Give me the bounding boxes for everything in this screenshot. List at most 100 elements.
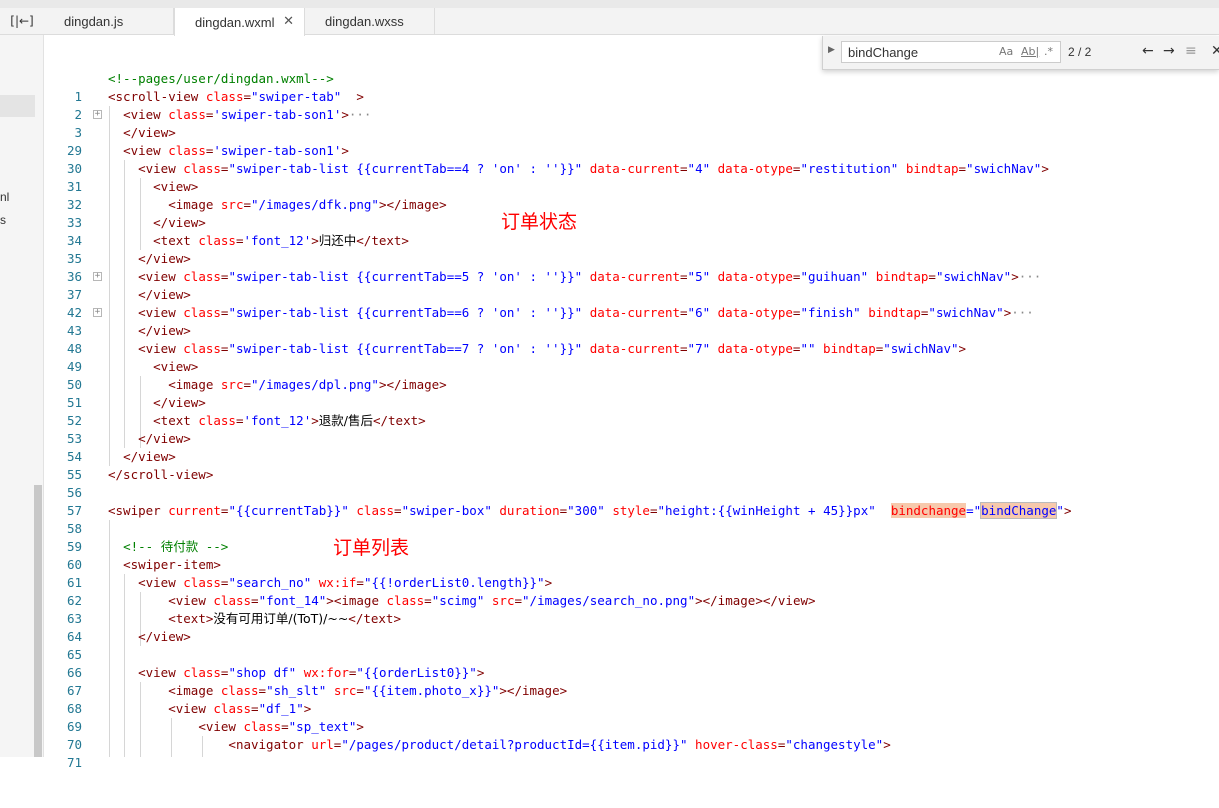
code-attr: class (213, 593, 252, 608)
code-line[interactable]: 31 <view class="swiper-tab-list {{curren… (44, 160, 1219, 194)
tab-dingdan-js[interactable]: dingdan.js (44, 8, 174, 35)
expand-fold-icon[interactable]: + (93, 308, 102, 317)
code-tag: <swiper-item> (123, 557, 221, 572)
code-text: 归还中 (318, 233, 357, 248)
folded-ellipsis[interactable]: ··· (1011, 305, 1034, 320)
folded-ellipsis[interactable]: ··· (1019, 269, 1042, 284)
code-line[interactable]: 37 + <view class="swiper-tab-list {{curr… (44, 268, 1219, 302)
code-line[interactable]: 56 </scroll-view> (44, 466, 1219, 500)
code-line[interactable]: 60 <!-- 待付款 --> (44, 538, 1219, 572)
window-top-strip (0, 0, 1219, 8)
folded-ellipsis[interactable]: ··· (349, 107, 372, 122)
code-line[interactable]: 64 <text>没有可用订单/(ToT)/~~</text> (44, 610, 1219, 644)
code-line[interactable]: 55 </view> (44, 448, 1219, 482)
code-line[interactable]: 63 <view class="font_14"><image class="s… (44, 592, 1219, 626)
code-line[interactable]: 48 </view> (44, 322, 1219, 356)
code-line[interactable]: 58 <swiper current="{{currentTab}}" clas… (44, 502, 1219, 536)
code-line[interactable]: 52 </view> (44, 394, 1219, 428)
code-value: "shop df" (228, 665, 297, 680)
code-value: "restitution" (800, 161, 899, 176)
regex-icon[interactable]: .* (1044, 45, 1053, 58)
code-tag: ><image (326, 593, 379, 608)
code-tag: <text (153, 233, 191, 248)
selected-file-row[interactable] (0, 95, 35, 117)
code-attr: class (213, 701, 252, 716)
code-value: "" (800, 341, 816, 356)
code-line[interactable]: 51 <image src="/images/dpl.png"></image> (44, 376, 1219, 410)
next-match-icon[interactable]: → (1163, 43, 1175, 59)
code-line[interactable]: 34 </view> (44, 214, 1219, 248)
code-value: "300" (567, 503, 605, 518)
code-tag: > (883, 737, 891, 752)
code-line[interactable]: 68 <image class="sh_slt" src="{{item.pho… (44, 682, 1219, 716)
code-value: "sp_text" (288, 719, 357, 734)
code-line[interactable]: 69 <view class="df_1"> (44, 700, 1219, 734)
code-line[interactable]: 50 <view> (44, 358, 1219, 392)
toggle-sidebar-icon[interactable]: [|←] (0, 8, 44, 34)
code-tag: <view> (153, 179, 199, 194)
close-icon[interactable]: ✕ (283, 14, 294, 29)
code-attr: data-current (589, 269, 681, 284)
code-line[interactable]: 53 <text class='font_12'>退款/售后</text> (44, 412, 1219, 446)
code-value: 'font_12' (243, 233, 312, 248)
code-attr: class (183, 269, 221, 284)
code-value: "changestyle" (785, 737, 884, 752)
code-line[interactable]: 1 <!--pages/user/dingdan.wxml--> (44, 70, 1219, 104)
code-line[interactable]: 57 (44, 484, 1219, 518)
code-line[interactable]: 67 <view class="shop df" wx:for="{{order… (44, 664, 1219, 698)
code-tag: <view (168, 593, 206, 608)
code-tag: <text (153, 413, 191, 428)
whole-word-icon[interactable]: Ab| (1021, 45, 1039, 58)
code-line[interactable]: 33 <image src="/images/dfk.png"></image> (44, 196, 1219, 230)
code-tag: </view> (153, 395, 206, 410)
code-line[interactable]: 66 (44, 646, 1219, 680)
code-editor[interactable]: 1 <!--pages/user/dingdan.wxml--> 2 <scro… (44, 70, 1219, 770)
code-value: "swiper-tab-list {{currentTab==4 ? 'on' … (228, 161, 583, 176)
expand-fold-icon[interactable]: + (93, 110, 102, 119)
previous-match-icon[interactable]: ← (1142, 43, 1154, 59)
code-line[interactable]: 62 <view class="search_no" wx:if="{{!ord… (44, 574, 1219, 608)
code-line[interactable]: 36 </view> (44, 250, 1219, 284)
annotation-order-list: 订单列表 (333, 537, 410, 559)
code-line[interactable]: 3 + <view class='swiper-tab-son1'>··· (44, 106, 1219, 140)
sidebar-scrollbar[interactable] (34, 485, 42, 757)
code-line[interactable]: 54 </view> (44, 430, 1219, 464)
code-line[interactable]: 70 <view class="sp_text"> (44, 718, 1219, 752)
code-line[interactable]: 35 <text class='font_12'>归还中</text> (44, 232, 1219, 266)
code-line[interactable]: 65 </view> (44, 628, 1219, 662)
code-value: "7" (687, 341, 711, 356)
code-value: " (1056, 503, 1064, 518)
code-line[interactable]: 43 + <view class="swiper-tab-list {{curr… (44, 304, 1219, 338)
code-line[interactable]: 71 <navigator url="/pages/product/detail… (44, 736, 1219, 770)
expand-fold-icon[interactable]: + (93, 272, 102, 281)
code-line[interactable]: 49 <view class="swiper-tab-list {{curren… (44, 340, 1219, 374)
code-tag: > (544, 575, 553, 590)
tab-dingdan-wxss[interactable]: dingdan.wxss (305, 8, 435, 35)
code-line[interactable]: 29 </view> (44, 124, 1219, 158)
close-find-icon[interactable]: ✕ (1211, 43, 1219, 59)
find-in-selection-icon[interactable]: ≡ (1185, 43, 1197, 59)
code-line[interactable]: 30 <view class='swiper-tab-son1'> (44, 142, 1219, 176)
code-attr: class (220, 683, 259, 698)
code-attr: hover-class (695, 737, 778, 752)
code-attr: class (198, 413, 236, 428)
code-line[interactable]: 42 </view> (44, 286, 1219, 320)
code-attr: data-otype (717, 161, 793, 176)
tab-dingdan-wxml[interactable]: dingdan.wxml ✕ (174, 8, 305, 36)
code-tag: ></image> (378, 197, 447, 212)
code-value: "swichNav" (935, 269, 1012, 284)
code-tag: ></image></view> (695, 593, 816, 608)
code-line[interactable]: 32 <view> (44, 178, 1219, 212)
code-line[interactable]: 59 (44, 520, 1219, 554)
code-line[interactable]: 61 <swiper-item> (44, 556, 1219, 590)
code-attr: class (386, 593, 425, 608)
file-name-fragment[interactable]: s (0, 213, 6, 227)
match-case-icon[interactable]: Aa (999, 45, 1013, 58)
code-attr: bindtap (823, 341, 876, 356)
file-name-fragment[interactable]: nl (0, 190, 9, 204)
code-line[interactable]: 2 <scroll-view class="swiper-tab" > (44, 88, 1219, 122)
toggle-replace-icon[interactable]: ▶ (828, 45, 835, 55)
code-tag: > (356, 719, 364, 734)
code-value: "df_1" (258, 701, 304, 716)
code-attr: src (491, 593, 515, 608)
